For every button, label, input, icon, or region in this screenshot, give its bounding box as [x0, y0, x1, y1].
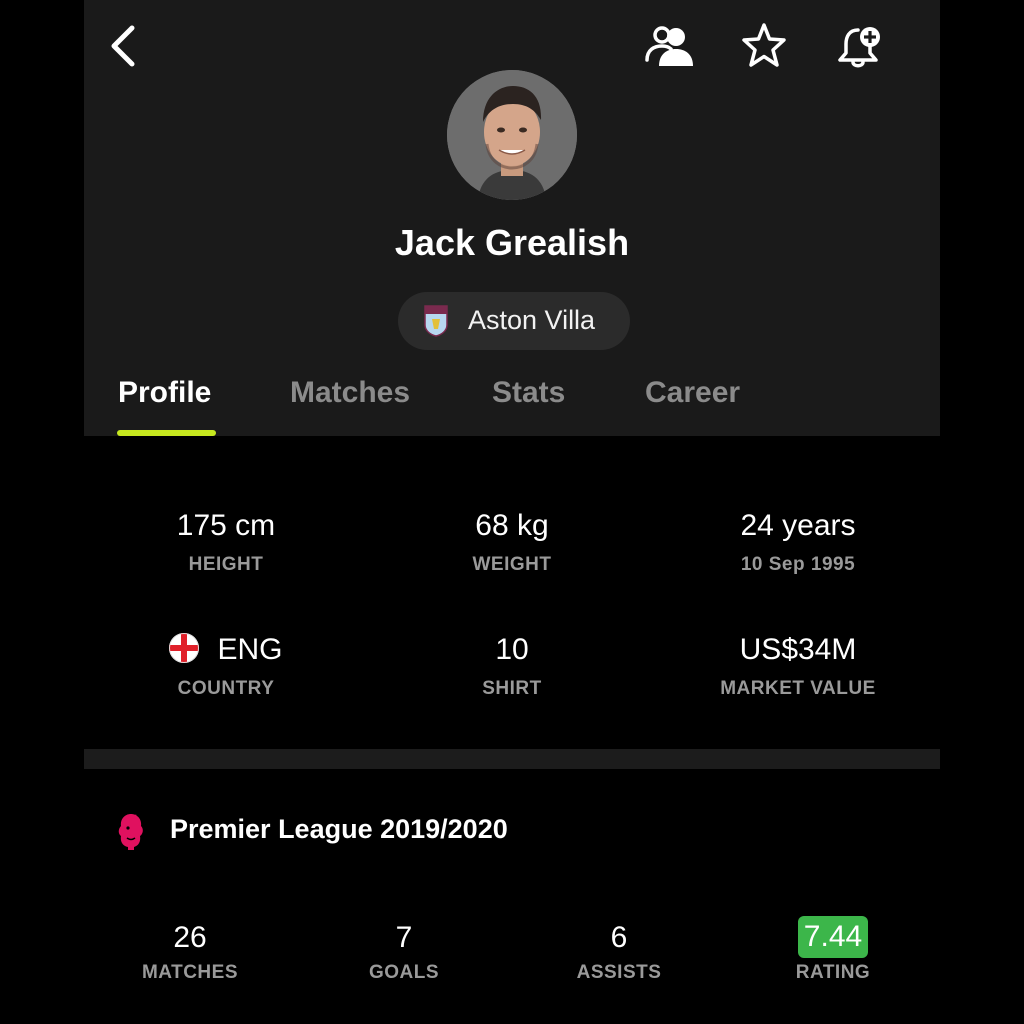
favorite-button[interactable] [736, 20, 792, 72]
goals-label: GOALS [368, 962, 440, 983]
matches-value: 26 [173, 921, 207, 954]
back-button[interactable] [106, 22, 142, 70]
notification-button[interactable] [832, 20, 888, 72]
tab-matches[interactable]: Matches [290, 376, 410, 410]
goals-value: 7 [395, 921, 413, 954]
shirt-value: 10 [495, 633, 529, 666]
birth-date: 10 Sep 1995 [740, 554, 856, 575]
tab-stats[interactable]: Stats [492, 376, 565, 410]
shirt-stat: 10 SHIRT [370, 630, 654, 700]
star-icon [742, 23, 786, 67]
club-chip[interactable]: Aston Villa [398, 292, 630, 350]
club-name: Aston Villa [468, 305, 596, 335]
follow-people-button[interactable] [642, 20, 698, 72]
england-flag-icon [169, 633, 200, 663]
height-stat: 175 cm HEIGHT [84, 506, 368, 576]
player-avatar [447, 70, 577, 200]
weight-label: WEIGHT [472, 554, 552, 575]
premier-league-lion-icon [118, 814, 143, 850]
country-stat: ENG COUNTRY [84, 630, 368, 700]
section-divider [84, 749, 940, 769]
tab-profile[interactable]: Profile [118, 376, 211, 410]
league-stat-assists: 6 ASSISTS [519, 918, 719, 984]
player-screen: Jack Grealish Aston Villa Profile Matche… [84, 0, 940, 1024]
weight-stat: 68 kg WEIGHT [370, 506, 654, 576]
shirt-label: SHIRT [482, 678, 542, 699]
player-photo [447, 70, 577, 200]
back-chevron-icon [111, 25, 135, 67]
height-value: 175 cm [176, 509, 276, 542]
age-stat: 24 years 10 Sep 1995 [656, 506, 940, 576]
league-stat-goals: 7 GOALS [304, 918, 504, 984]
player-header: Jack Grealish Aston Villa Profile Matche… [84, 0, 940, 436]
league-stat-rating: 7.44 RATING [733, 916, 933, 984]
tab-career[interactable]: Career [645, 376, 740, 410]
rating-label: RATING [795, 962, 871, 983]
player-name: Jack Grealish [394, 222, 630, 263]
height-label: HEIGHT [188, 554, 264, 575]
league-title: Premier League 2019/2020 [170, 814, 508, 844]
country-value: ENG [217, 633, 283, 666]
market-value-label: MARKET VALUE [720, 678, 876, 699]
market-value: US$34M [739, 633, 857, 666]
aston-villa-badge-icon [424, 305, 448, 337]
rating-badge: 7.44 [797, 916, 869, 958]
people-icon [645, 26, 693, 66]
country-label: COUNTRY [177, 678, 275, 699]
weight-value: 68 kg [475, 509, 549, 542]
league-stat-matches: 26 MATCHES [90, 918, 290, 984]
assists-value: 6 [610, 921, 628, 954]
bell-plus-icon [838, 27, 880, 68]
age-value: 24 years [740, 509, 856, 542]
market-value-stat: US$34M MARKET VALUE [656, 630, 940, 700]
assists-label: ASSISTS [576, 962, 662, 983]
matches-label: MATCHES [141, 962, 239, 983]
active-tab-indicator [117, 430, 216, 436]
